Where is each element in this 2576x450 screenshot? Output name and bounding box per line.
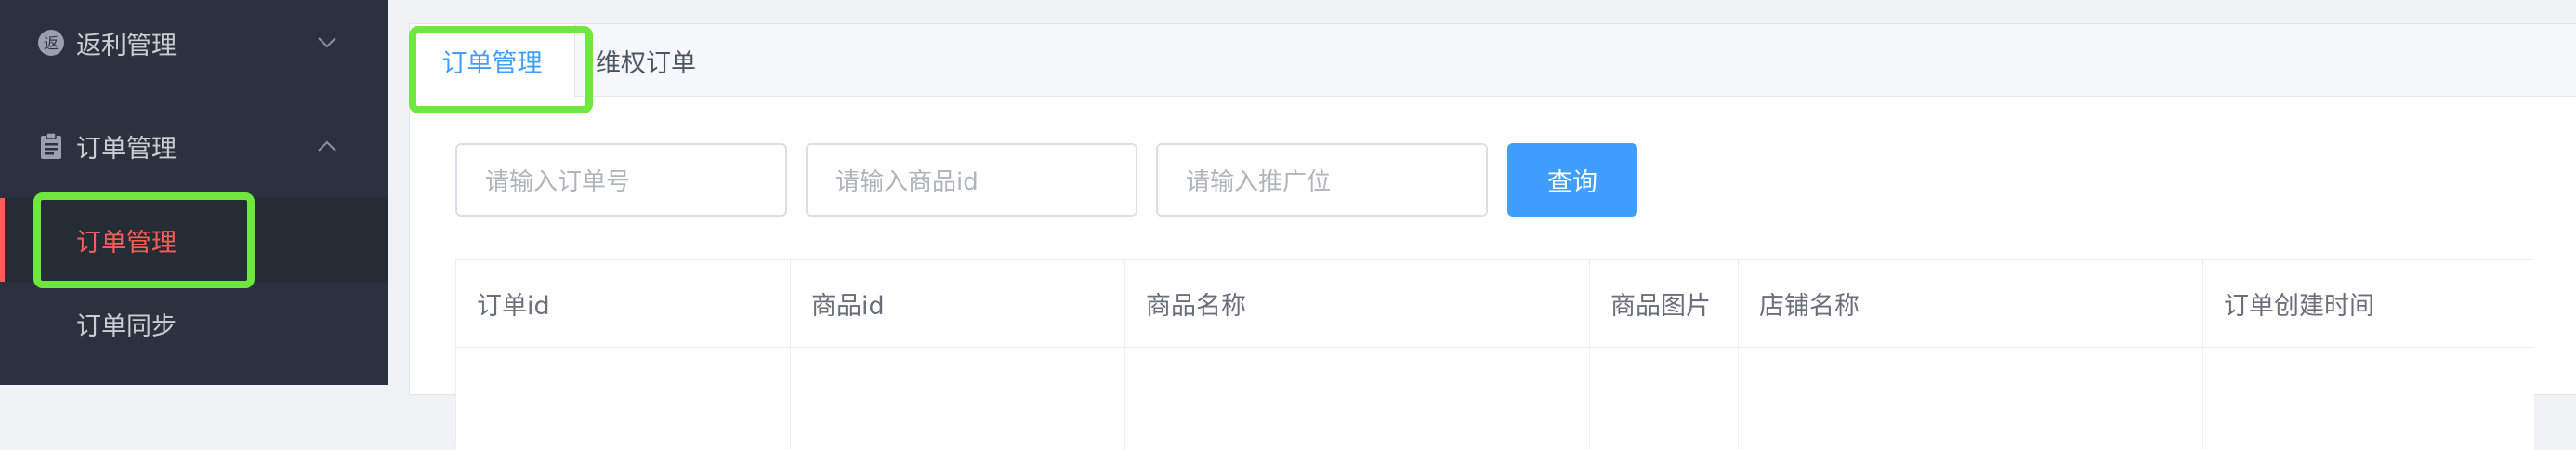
column-header-order-id[interactable]: 订单id xyxy=(456,260,791,348)
tab-order-management[interactable]: 订单管理 xyxy=(410,24,575,97)
svg-text:返: 返 xyxy=(44,34,59,52)
column-header-product-id[interactable]: 商品id xyxy=(791,260,1125,348)
tab-rights-orders[interactable]: 维权订单 xyxy=(575,24,716,97)
main-content: 订单管理 维权订单 请输入订单号 请输入商品id 请输入推广位 查询 订单id … xyxy=(388,0,2576,450)
query-button[interactable]: 查询 xyxy=(1507,143,1637,217)
table-cell xyxy=(1739,348,2203,450)
table-cell xyxy=(2203,348,2534,450)
orders-table: 订单id 商品id 商品名称 商品图片 店铺名称 订单创建时间 xyxy=(455,259,2534,450)
sidebar-group-orders[interactable]: 订单管理 xyxy=(0,103,388,189)
sidebar-item-label: 订单同步 xyxy=(76,311,177,341)
column-header-product-image[interactable]: 商品图片 xyxy=(1590,260,1739,348)
sidebar-item-order-sync[interactable]: 订单同步 xyxy=(0,282,388,365)
clipboard-icon xyxy=(35,130,67,162)
rebate-badge-icon: 返 xyxy=(35,27,67,59)
active-indicator xyxy=(0,198,5,282)
chevron-up-icon xyxy=(314,133,340,159)
table-cell xyxy=(456,348,791,450)
order-no-input[interactable]: 请输入订单号 xyxy=(455,143,787,217)
sidebar: 返 返利管理 订单管理 订单管理 订单同步 xyxy=(0,0,388,385)
table-cell xyxy=(1125,348,1590,450)
column-header-product-name[interactable]: 商品名称 xyxy=(1125,260,1590,348)
tabs-header: 订单管理 维权订单 xyxy=(410,24,2576,97)
tabs-card: 订单管理 维权订单 请输入订单号 请输入商品id 请输入推广位 查询 订单id … xyxy=(409,23,2576,450)
table-cell xyxy=(1590,348,1739,450)
sidebar-item-label: 订单管理 xyxy=(76,228,177,258)
promo-slot-input[interactable]: 请输入推广位 xyxy=(1156,143,1488,217)
sidebar-group-label: 订单管理 xyxy=(76,134,177,164)
sidebar-group-rebate[interactable]: 返 返利管理 xyxy=(0,0,388,86)
column-header-shop-name[interactable]: 店铺名称 xyxy=(1739,260,2203,348)
table-cell xyxy=(791,348,1125,450)
column-header-created-time[interactable]: 订单创建时间 xyxy=(2203,260,2534,348)
sidebar-group-label: 返利管理 xyxy=(76,31,177,60)
product-id-input[interactable]: 请输入商品id xyxy=(806,143,1137,217)
sidebar-item-order-management[interactable]: 订单管理 xyxy=(0,198,388,282)
chevron-down-icon xyxy=(314,30,340,56)
